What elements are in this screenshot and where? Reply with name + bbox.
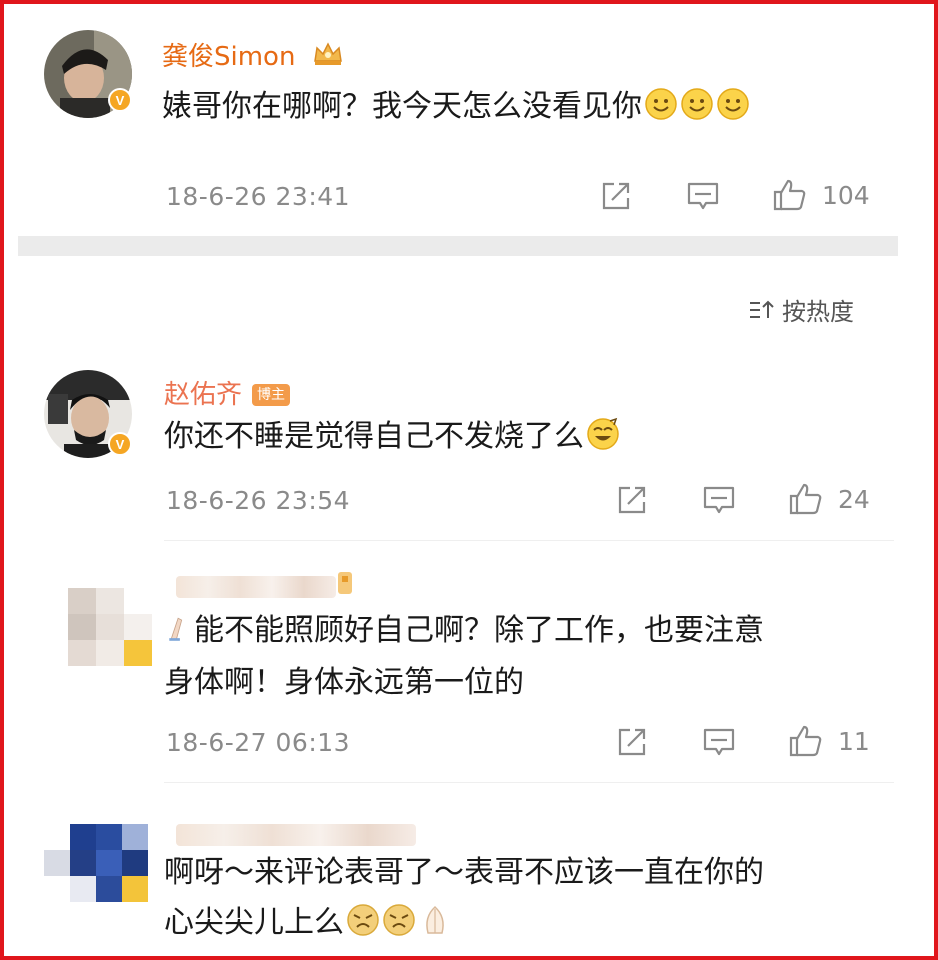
comment-timestamp: 18-6-26 23:54 [166, 486, 351, 515]
comment-button[interactable] [702, 484, 736, 516]
avatar[interactable] [68, 588, 152, 666]
smile-emoji-icon [717, 88, 749, 120]
pray-hands-icon [169, 617, 183, 641]
crying-emoji-icon [383, 904, 415, 936]
like-count: 11 [838, 726, 870, 756]
thumbs-up-icon [773, 179, 806, 211]
thumbs-up-icon [789, 725, 822, 757]
comment-username[interactable]: 赵佑齐 博主 [164, 374, 291, 411]
sort-icon [750, 300, 774, 318]
comment-icon [703, 728, 735, 756]
comment-divider [164, 540, 894, 541]
avatar[interactable] [44, 824, 148, 902]
share-icon [618, 728, 646, 756]
comment-text: 心尖尖儿上么 [164, 894, 452, 952]
comment-text: 婊哥你在哪啊？我今天怎么没看见你 [162, 78, 750, 136]
pray-hands-icon [426, 905, 444, 934]
comment-timestamp: 18-6-27 06:13 [166, 728, 351, 757]
crying-emoji-icon [347, 904, 379, 936]
comment-button[interactable] [686, 180, 720, 212]
comment-username[interactable] [176, 576, 336, 598]
share-icon [618, 486, 646, 514]
verified-badge: V [108, 88, 132, 112]
comment-icon [687, 182, 719, 210]
sort-label: 按热度 [782, 298, 854, 326]
like-button[interactable]: 24 [788, 482, 870, 516]
like-button[interactable]: 11 [788, 724, 870, 758]
smile-emoji-icon [587, 417, 619, 450]
like-count: 104 [822, 180, 870, 210]
thumbs-up-icon [789, 483, 822, 515]
comment-timestamp: 18-6-26 23:41 [166, 182, 351, 211]
comment-text: 身体啊！身体永远第一位的 [164, 665, 524, 700]
host-badge: 博主 [252, 384, 291, 406]
share-button[interactable] [600, 180, 632, 212]
comment-text: 能不能照顾好自己啊？除了工作，也要注意 [164, 602, 764, 660]
share-icon [602, 182, 630, 210]
section-divider [18, 236, 898, 256]
screenshot-frame: V 龚俊Simon 婊哥你在哪啊？我今天怎么没看见你 18-6-26 23:41… [0, 0, 938, 960]
comment-icon [703, 486, 735, 514]
verified-badge: V [108, 432, 132, 456]
comment-username[interactable] [176, 824, 416, 846]
comment-username[interactable]: 龚俊Simon [162, 36, 344, 73]
share-button[interactable] [616, 484, 648, 516]
comment-button[interactable] [702, 726, 736, 758]
comment-divider [164, 782, 894, 783]
sort-toggle[interactable]: 按热度 [748, 292, 854, 327]
like-button[interactable]: 104 [772, 178, 870, 212]
smile-emoji-icon [681, 88, 713, 120]
crown-icon [313, 42, 342, 65]
share-button[interactable] [616, 726, 648, 758]
member-badge-icon [338, 572, 352, 594]
comment-text: 你还不睡是觉得自己不发烧了么 [164, 408, 620, 466]
smile-emoji-icon [645, 88, 677, 120]
like-count: 24 [838, 484, 870, 514]
